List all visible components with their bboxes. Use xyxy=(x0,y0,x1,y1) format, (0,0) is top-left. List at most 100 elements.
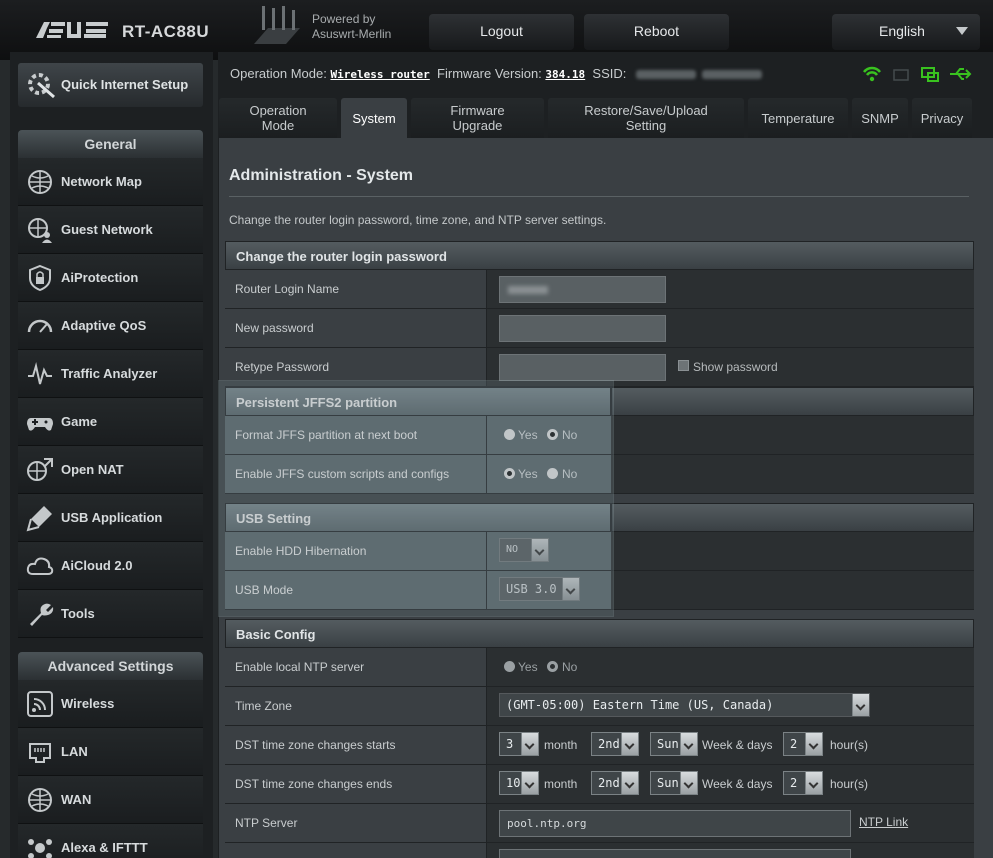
title-divider xyxy=(229,196,969,197)
chevron-down-icon xyxy=(680,733,697,755)
chevron-down-icon xyxy=(621,733,638,755)
wizard-icon xyxy=(28,73,55,99)
usb-mode-row: USB Mode USB 3.0 xyxy=(225,571,974,610)
format-jffs-row: Format JFFS partition at next boot Yes N… xyxy=(225,416,974,455)
next-row-input[interactable] xyxy=(499,849,851,858)
chevron-down-icon xyxy=(680,772,697,794)
dst-end-week-select[interactable]: 2nd xyxy=(591,771,639,795)
reboot-button[interactable]: Reboot xyxy=(584,14,729,50)
dst-end-day-select[interactable]: Sun xyxy=(650,771,698,795)
sidebar-item-adaptive-qos[interactable]: Adaptive QoS xyxy=(18,302,203,350)
wrench-icon xyxy=(30,603,54,626)
retype-password-input[interactable] xyxy=(499,354,666,381)
tab-restore-save-upload[interactable]: Restore/Save/Upload Setting xyxy=(548,98,744,138)
guest-network-icon xyxy=(28,218,52,243)
login-name-input[interactable] xyxy=(499,276,666,303)
sidebar-item-guest-network[interactable]: Guest Network xyxy=(18,206,203,254)
sidebar-item-tools[interactable]: Tools xyxy=(18,590,203,638)
chevron-down-icon xyxy=(521,733,538,755)
usb-section-header: USB Setting xyxy=(225,503,611,532)
top-header: RT-AC88U Powered by Asuswrt-Merlin Logou… xyxy=(0,0,993,60)
sidebar-item-wireless[interactable]: Wireless xyxy=(18,680,203,728)
dst-end-row: DST time zone changes ends 10 month 2nd … xyxy=(225,765,974,804)
firmware-version-link[interactable]: 384.18 xyxy=(545,68,585,81)
router-login-name-row: Router Login Name xyxy=(225,270,974,309)
chevron-down-icon xyxy=(562,578,579,600)
sidebar-item-game[interactable]: Game xyxy=(18,398,203,446)
tab-privacy[interactable]: Privacy xyxy=(912,98,972,138)
logout-button[interactable]: Logout xyxy=(429,14,574,50)
wifi-status-icon xyxy=(863,66,881,82)
tab-operation-mode[interactable]: Operation Mode xyxy=(219,98,337,138)
ntp-link[interactable]: NTP Link xyxy=(859,815,908,829)
hdd-hibernation-row: Enable HDD Hibernation NO xyxy=(225,532,974,571)
tab-firmware-upgrade[interactable]: Firmware Upgrade xyxy=(411,98,544,138)
open-nat-icon xyxy=(27,458,53,481)
chevron-down-icon xyxy=(805,733,822,755)
sidebar-item-alexa-ifttt[interactable]: Alexa & IFTTT xyxy=(18,824,203,858)
status-icons xyxy=(863,66,972,82)
usb-drive-icon xyxy=(26,506,52,532)
page-title: Administration - System xyxy=(229,167,414,184)
hdd-hibernation-select[interactable]: NO xyxy=(499,538,549,562)
jffs-scripts-yes-radio[interactable] xyxy=(504,468,515,479)
local-ntp-no-radio[interactable] xyxy=(547,661,558,672)
waveform-icon xyxy=(28,362,52,385)
basic-config-header: Basic Config xyxy=(225,619,974,648)
dst-start-day-select[interactable]: Sun xyxy=(650,732,698,756)
speedometer-icon xyxy=(27,319,53,333)
sidebar-item-network-map[interactable]: Network Map xyxy=(18,158,203,206)
page-description: Change the router login password, time z… xyxy=(229,213,607,227)
time-zone-select[interactable]: (GMT-05:00) Eastern Time (US, Canada) xyxy=(499,693,870,717)
operation-mode-link[interactable]: Wireless router xyxy=(330,68,429,81)
new-password-input[interactable] xyxy=(499,315,666,342)
jffs-section-header-ext xyxy=(611,387,974,416)
router-icon xyxy=(254,6,300,44)
sidebar-item-aicloud[interactable]: AiCloud 2.0 xyxy=(18,542,203,590)
chevron-down-icon xyxy=(521,772,538,794)
dst-start-week-select[interactable]: 2nd xyxy=(591,732,639,756)
quick-setup-label: Quick Internet Setup xyxy=(61,77,189,92)
sidebar-item-lan[interactable]: LAN xyxy=(18,728,203,776)
quick-internet-setup-button[interactable]: Quick Internet Setup xyxy=(18,63,203,107)
local-ntp-yes-radio[interactable] xyxy=(504,661,515,672)
tab-temperature[interactable]: Temperature xyxy=(748,98,848,138)
chevron-down-icon xyxy=(531,539,548,561)
ssid-redacted xyxy=(636,70,696,80)
format-jffs-yes-radio[interactable] xyxy=(504,429,515,440)
dst-end-month-select[interactable]: 10 xyxy=(499,771,539,795)
sidebar-item-aiprotection[interactable]: AiProtection xyxy=(18,254,203,302)
dst-start-hour-select[interactable]: 2 xyxy=(783,732,823,756)
jffs-scripts-no-radio[interactable] xyxy=(547,468,558,479)
format-jffs-no-radio[interactable] xyxy=(547,429,558,440)
tab-snmp[interactable]: SNMP xyxy=(852,98,908,138)
sidebar-item-traffic-analyzer[interactable]: Traffic Analyzer xyxy=(18,350,203,398)
next-row xyxy=(225,843,974,858)
login-name-redacted xyxy=(508,286,548,294)
advanced-section-title: Advanced Settings xyxy=(18,652,203,680)
show-password-checkbox[interactable] xyxy=(678,360,689,371)
usb-status-icon xyxy=(950,68,972,80)
tab-system[interactable]: System xyxy=(341,98,407,138)
chevron-down-icon xyxy=(621,772,638,794)
dst-start-month-select[interactable]: 3 xyxy=(499,732,539,756)
asus-logo xyxy=(36,22,108,38)
sidebar-item-open-nat[interactable]: Open NAT xyxy=(18,446,203,494)
lan-port-icon xyxy=(29,743,51,763)
language-select[interactable]: English xyxy=(832,14,980,50)
ntp-server-row: NTP Server pool.ntp.org NTP Link xyxy=(225,804,974,843)
chevron-down-icon xyxy=(852,694,869,716)
time-zone-row: Time Zone (GMT-05:00) Eastern Time (US, … xyxy=(225,687,974,726)
usb-mode-select[interactable]: USB 3.0 xyxy=(499,577,580,601)
ssid-redacted xyxy=(702,70,762,80)
retype-password-row: Retype Password Show password xyxy=(225,348,974,387)
dst-start-row: DST time zone changes starts 3 month 2nd… xyxy=(225,726,974,765)
ntp-server-input[interactable]: pool.ntp.org xyxy=(499,810,851,837)
sidebar-item-usb-application[interactable]: USB Application xyxy=(18,494,203,542)
usb-section-header-ext xyxy=(611,503,974,532)
caret-down-icon xyxy=(956,27,968,35)
password-section-header: Change the router login password xyxy=(225,241,974,270)
sidebar-item-wan[interactable]: WAN xyxy=(18,776,203,824)
local-ntp-server-row: Enable local NTP server Yes No xyxy=(225,648,974,687)
dst-end-hour-select[interactable]: 2 xyxy=(783,771,823,795)
